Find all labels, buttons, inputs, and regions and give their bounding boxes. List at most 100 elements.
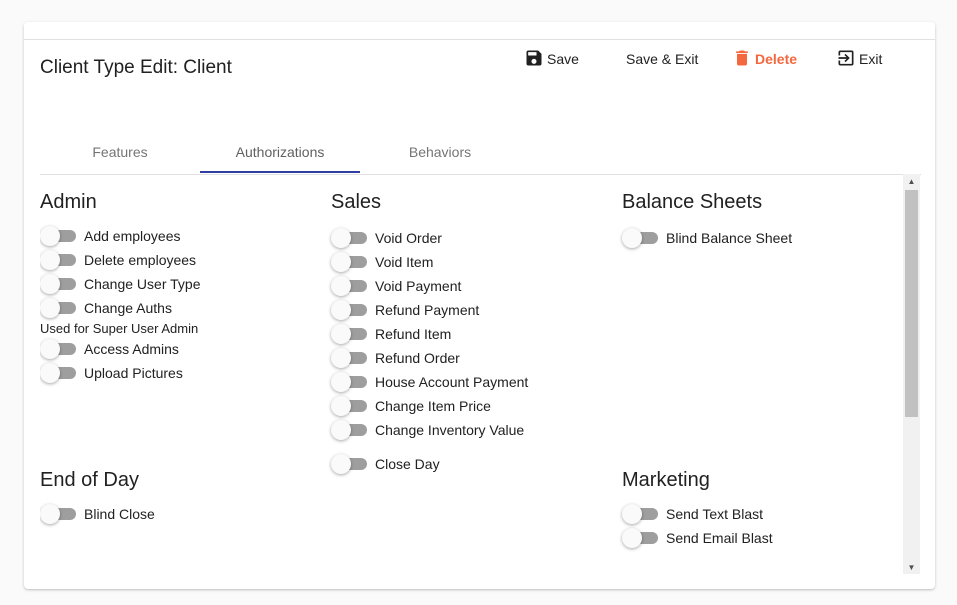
tab-bar: Features Authorizations Behaviors xyxy=(40,132,921,175)
toggle-thumb xyxy=(40,298,60,318)
scroll-down-arrow-icon[interactable]: ▼ xyxy=(903,560,920,574)
toggle-label: Change User Type xyxy=(84,276,201,292)
toggle-switch[interactable] xyxy=(40,250,76,270)
toggle-row: Void Item xyxy=(331,250,611,274)
balance-sheets-title: Balance Sheets xyxy=(622,191,763,213)
toggle-switch[interactable] xyxy=(40,504,76,524)
toggle-label: Blind Close xyxy=(84,506,155,522)
toggle-switch[interactable] xyxy=(331,228,367,248)
toggle-switch[interactable] xyxy=(331,348,367,368)
scroll-up-arrow-icon[interactable]: ▲ xyxy=(903,174,920,188)
exit-icon xyxy=(836,48,859,71)
tab-behaviors[interactable]: Behaviors xyxy=(360,132,520,172)
toggle-row: Blind Close xyxy=(40,502,320,526)
toggle-row: Access Admins xyxy=(40,337,320,361)
marketing-title: Marketing xyxy=(622,469,710,491)
toggle-row: Change Item Price xyxy=(331,394,611,418)
tab-features[interactable]: Features xyxy=(40,132,200,172)
toggle-row: Change Inventory Value xyxy=(331,418,611,442)
admin-note: Used for Super User Admin xyxy=(40,321,199,336)
exit-button[interactable]: Exit xyxy=(836,47,882,71)
sales-title: Sales xyxy=(331,191,382,213)
delete-button[interactable]: Delete xyxy=(732,47,797,71)
toggle-thumb xyxy=(622,504,642,524)
toggle-row: Send Text Blast xyxy=(622,502,902,526)
exit-label: Exit xyxy=(859,51,883,67)
admin-section: Admin Add employees Delete employees Chang… xyxy=(40,190,320,385)
toggle-row: Refund Item xyxy=(331,322,611,346)
trash-icon xyxy=(732,48,755,71)
admin-list: Add employees Delete employees Change User… xyxy=(40,224,320,320)
toggle-thumb xyxy=(331,372,351,392)
admin-title: Admin xyxy=(40,191,97,213)
balance-sheets-section: Balance Sheets Blind Balance Sheet xyxy=(622,190,902,250)
toggle-row: Upload Pictures xyxy=(40,361,320,385)
toggle-row: Refund Order xyxy=(331,346,611,370)
toggle-switch[interactable] xyxy=(331,300,367,320)
toggle-switch[interactable] xyxy=(40,339,76,359)
toggle-switch[interactable] xyxy=(40,274,76,294)
toggle-thumb xyxy=(331,396,351,416)
toggle-label: Send Email Blast xyxy=(666,530,773,546)
toggle-thumb xyxy=(40,339,60,359)
toggle-thumb xyxy=(331,420,351,440)
toggle-label: Blind Balance Sheet xyxy=(666,230,793,246)
toggle-switch[interactable] xyxy=(622,528,658,548)
vertical-scrollbar[interactable]: ▲ ▼ xyxy=(903,174,920,574)
toggle-thumb xyxy=(331,276,351,296)
toggle-row: Delete employees xyxy=(40,248,320,272)
toggle-row: Void Order xyxy=(331,226,611,250)
marketing-section: Marketing Send Text Blast Send Email Blas… xyxy=(622,468,902,550)
toggle-label: Access Admins xyxy=(84,341,179,357)
client-type-edit-card: Client Type Edit: Client Save Save & Exi… xyxy=(24,22,935,589)
floppy-disk-icon xyxy=(524,48,547,71)
toggle-switch[interactable] xyxy=(40,226,76,246)
toggle-switch[interactable] xyxy=(331,454,367,474)
save-and-exit-button[interactable]: Save & Exit xyxy=(626,47,698,71)
end-of-day-section: End of Day Blind Close xyxy=(40,468,320,526)
balance-sheets-list: Blind Balance Sheet xyxy=(622,226,902,250)
tab-authorizations[interactable]: Authorizations xyxy=(200,132,360,172)
delete-label: Delete xyxy=(755,51,798,67)
toggle-row: Close Day xyxy=(331,452,611,476)
end-of-day-title: End of Day xyxy=(40,469,139,491)
admin-list-2: Access Admins Upload Pictures xyxy=(40,337,320,385)
toggle-row: Blind Balance Sheet xyxy=(622,226,902,250)
marketing-list: Send Text Blast Send Email Blast xyxy=(622,502,902,550)
toggle-switch[interactable] xyxy=(40,298,76,318)
toggle-thumb xyxy=(331,348,351,368)
toggle-label: Change Item Price xyxy=(375,398,491,414)
sales-list: Void Order Void Item Void Payment Refund Pa… xyxy=(331,226,611,476)
toggle-thumb xyxy=(622,228,642,248)
save-and-exit-label: Save & Exit xyxy=(626,51,699,67)
toggle-row: Refund Payment xyxy=(331,298,611,322)
toggle-thumb xyxy=(40,363,60,383)
toggle-switch[interactable] xyxy=(331,252,367,272)
toggle-label: Refund Payment xyxy=(375,302,480,318)
toggle-label: Change Inventory Value xyxy=(375,422,525,438)
toggle-switch[interactable] xyxy=(622,228,658,248)
toggle-thumb xyxy=(40,274,60,294)
toggle-row: Void Payment xyxy=(331,274,611,298)
toggle-label: Change Auths xyxy=(84,300,172,316)
toggle-label: Void Order xyxy=(375,230,442,246)
toggle-switch[interactable] xyxy=(622,504,658,524)
toggle-thumb xyxy=(331,252,351,272)
toggle-switch[interactable] xyxy=(331,276,367,296)
toggle-label: Upload Pictures xyxy=(84,365,183,381)
toggle-thumb xyxy=(331,454,351,474)
toggle-switch[interactable] xyxy=(331,324,367,344)
toggle-thumb xyxy=(40,504,60,524)
toggle-thumb xyxy=(331,324,351,344)
end-of-day-list: Blind Close xyxy=(40,502,320,526)
toggle-row: Add employees xyxy=(40,224,320,248)
toggle-label: Refund Item xyxy=(375,326,452,342)
toggle-switch[interactable] xyxy=(331,420,367,440)
toggle-switch[interactable] xyxy=(40,363,76,383)
toggle-switch[interactable] xyxy=(331,372,367,392)
save-button[interactable]: Save xyxy=(524,47,579,71)
scrollbar-thumb[interactable] xyxy=(905,190,918,417)
toggle-label: Void Payment xyxy=(375,278,462,294)
toggle-switch[interactable] xyxy=(331,396,367,416)
toggle-row: Send Email Blast xyxy=(622,526,902,550)
